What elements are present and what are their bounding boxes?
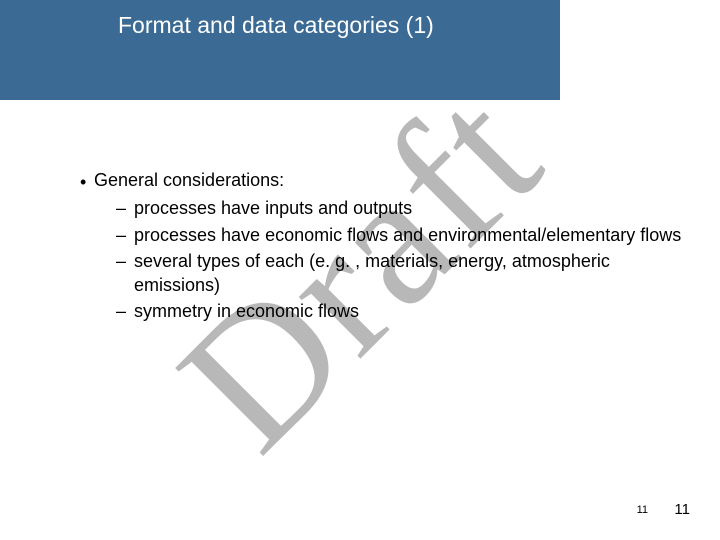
- dash-marker: –: [116, 249, 134, 273]
- dash-marker: –: [116, 299, 134, 323]
- list-item: – symmetry in economic flows: [116, 299, 690, 323]
- dash-marker: –: [116, 223, 134, 247]
- list-item: – several types of each (e. g. , materia…: [116, 249, 690, 298]
- sub-list: – processes have inputs and outputs – pr…: [116, 196, 690, 323]
- content-area: • General considerations: – processes ha…: [80, 168, 690, 324]
- bullet-marker: •: [80, 168, 94, 194]
- list-item-text: several types of each (e. g. , materials…: [134, 249, 690, 298]
- dash-marker: –: [116, 196, 134, 220]
- title-bar: Format and data categories (1): [0, 0, 560, 100]
- bullet-item: • General considerations:: [80, 168, 690, 194]
- page-number-large: 11: [674, 501, 690, 518]
- bullet-heading: General considerations:: [94, 168, 284, 192]
- list-item: – processes have economic flows and envi…: [116, 223, 690, 247]
- list-item-text: processes have inputs and outputs: [134, 196, 412, 220]
- list-item: – processes have inputs and outputs: [116, 196, 690, 220]
- list-item-text: symmetry in economic flows: [134, 299, 359, 323]
- list-item-text: processes have economic flows and enviro…: [134, 223, 681, 247]
- slide-title: Format and data categories (1): [118, 12, 560, 39]
- page-number-small: 11: [637, 504, 648, 516]
